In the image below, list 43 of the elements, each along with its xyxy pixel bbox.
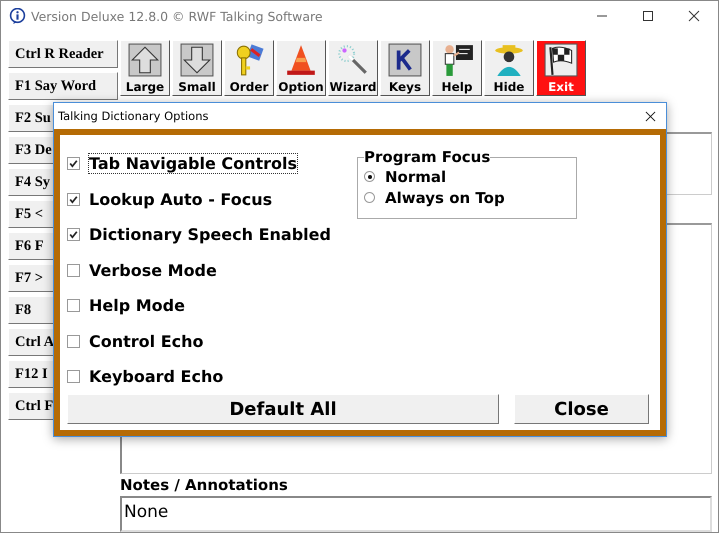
toolbar-button[interactable]: Keys xyxy=(380,40,430,96)
maximize-icon[interactable] xyxy=(642,10,654,22)
close-icon[interactable] xyxy=(688,10,700,22)
close-icon[interactable] xyxy=(645,110,656,122)
radio-button[interactable] xyxy=(364,171,375,182)
cone-icon xyxy=(284,43,318,77)
checkbox[interactable] xyxy=(67,299,80,312)
checkbox[interactable] xyxy=(67,157,80,170)
option-label[interactable]: Control Echo xyxy=(88,330,205,352)
toolbar-button[interactable]: Exit xyxy=(536,40,586,96)
option-label[interactable]: Help Mode xyxy=(88,295,186,316)
radio-label[interactable]: Always on Top xyxy=(385,188,505,206)
dialog-title: Talking Dictionary Options xyxy=(58,109,208,123)
notes-field[interactable]: None xyxy=(120,496,712,532)
checkered-flag-icon xyxy=(544,43,578,77)
notes-label: Notes / Annotations xyxy=(120,476,289,494)
function-button[interactable]: Ctrl R Reader xyxy=(8,40,118,68)
option-label[interactable]: Lookup Auto - Focus xyxy=(88,188,274,210)
option-label[interactable]: Keyboard Echo xyxy=(88,366,224,387)
checkbox[interactable] xyxy=(67,264,80,276)
checkbox[interactable] xyxy=(67,228,80,241)
toolbar-button[interactable]: Wizard xyxy=(328,40,378,96)
dialog-button[interactable]: Close xyxy=(514,394,649,424)
toolbar-button[interactable]: Order xyxy=(224,40,274,96)
info-icon xyxy=(9,8,26,24)
toolbar-button[interactable]: Large xyxy=(120,40,170,96)
radio-label[interactable]: Normal xyxy=(385,168,446,186)
window-title: Version Deluxe 12.8.0 © RWF Talking Software xyxy=(31,8,323,24)
checkbox[interactable] xyxy=(67,334,80,348)
toolbar-button[interactable]: Small xyxy=(172,40,222,96)
option-label[interactable]: Verbose Mode xyxy=(88,260,218,280)
toolbar-button[interactable]: Option xyxy=(276,40,326,96)
radio-button[interactable] xyxy=(364,192,375,203)
checkbox[interactable] xyxy=(67,370,80,383)
toolbar-button[interactable]: Help xyxy=(432,40,482,96)
dialog-button[interactable]: Default All xyxy=(67,394,499,424)
key-cap-icon xyxy=(388,43,422,77)
toolbar-button[interactable]: Hide xyxy=(484,40,534,96)
function-button[interactable]: F1 Say Word xyxy=(8,72,118,100)
option-label[interactable]: Dictionary Speech Enabled xyxy=(88,224,332,245)
group-title: Program Focus xyxy=(364,149,490,166)
option-label[interactable]: Tab Navigable Controls xyxy=(88,153,298,174)
checkbox[interactable] xyxy=(67,192,80,206)
